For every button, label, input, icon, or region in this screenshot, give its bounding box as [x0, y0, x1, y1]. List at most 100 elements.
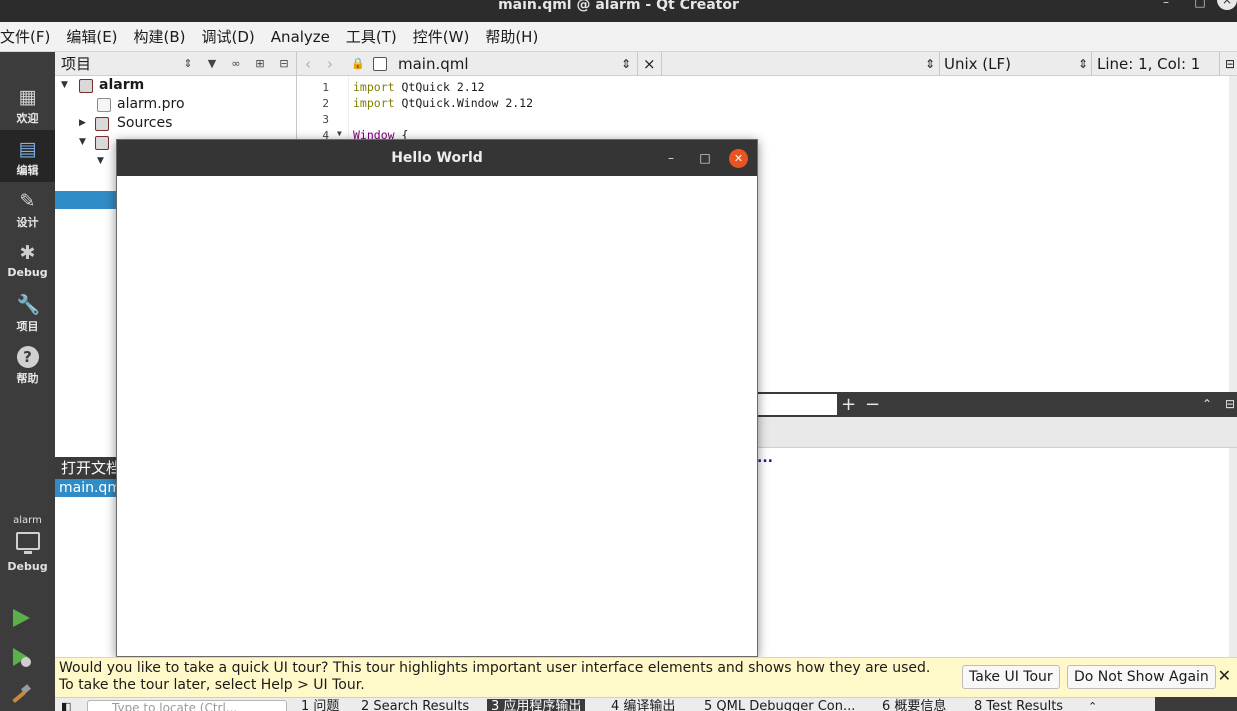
split-editor-icon[interactable]: ⊟ [1225, 52, 1235, 76]
menu-tools[interactable]: 工具(T) [338, 22, 405, 52]
menu-debug[interactable]: 调试(D) [194, 22, 263, 52]
back-icon[interactable]: ‹ [305, 52, 311, 76]
forward-icon[interactable]: › [327, 52, 333, 76]
output-tab-strip [757, 417, 1237, 448]
expand-arrow-icon[interactable]: ▼ [79, 133, 86, 152]
mode-bar: ▦ 欢迎 ▤ 编辑 ✎ 设计 ✱ Debug 🔧 项目 ? 帮助 alarm D… [0, 52, 55, 711]
resources-icon [95, 136, 109, 150]
menu-analyze[interactable]: Analyze [263, 22, 338, 52]
qml-file-icon [373, 57, 387, 71]
output-toolbar: + − ⌃ ⊟ [757, 392, 1237, 417]
close-icon[interactable]: ✕ [1218, 666, 1231, 685]
maximize-icon[interactable]: □ [695, 140, 715, 176]
tree-item-label: Sources [117, 115, 173, 131]
mode-label: 欢迎 [16, 112, 39, 125]
do-not-show-again-button[interactable]: Do Not Show Again [1067, 665, 1216, 689]
toggle-sidebar-icon[interactable]: ◧ [61, 699, 71, 711]
output-filter-box[interactable] [757, 394, 837, 415]
minimize-icon[interactable]: – [1149, 0, 1183, 10]
expand-arrow-icon[interactable]: ▼ [97, 152, 104, 171]
debug-run-icon[interactable] [10, 646, 32, 668]
fold-arrow-icon[interactable]: ▼ [337, 129, 342, 138]
mode-edit[interactable]: ▤ 编辑 [0, 130, 55, 182]
close-panel-icon[interactable]: ⊟ [272, 57, 296, 70]
add-icon[interactable]: + [841, 392, 856, 417]
output-scrollbar[interactable] [1229, 448, 1237, 657]
line-number: 2 [322, 97, 329, 110]
close-file-icon[interactable]: × [643, 52, 656, 76]
mode-welcome[interactable]: ▦ 欢迎 [0, 78, 55, 130]
help-icon: ? [16, 346, 39, 368]
mode-label: 项目 [16, 320, 39, 333]
link-icon[interactable]: ∞ [224, 57, 248, 70]
split-icon[interactable]: ⊞ [248, 57, 272, 70]
status-bar: ◧ Type to locate (Ctrl... 1 问题 2 Search … [55, 697, 1237, 711]
take-ui-tour-button[interactable]: Take UI Tour [962, 665, 1060, 689]
menu-file[interactable]: 文件(F) [0, 22, 58, 52]
kit-config-label: Debug [7, 560, 48, 573]
editor-scrollbar[interactable] [1229, 76, 1237, 392]
qt-project-icon [79, 79, 93, 93]
file-chevron-icon[interactable]: ⇕ [621, 52, 631, 76]
menu-build[interactable]: 构建(B) [126, 22, 194, 52]
bug-icon: ✱ [19, 242, 36, 264]
mode-projects[interactable]: 🔧 项目 [0, 286, 55, 338]
symbol-chevron-icon[interactable]: ⇕ [925, 52, 935, 76]
ui-tour-message: Would you like to take a quick UI tour? … [59, 660, 931, 693]
folder-icon [95, 117, 109, 131]
run-icon[interactable] [10, 607, 32, 629]
minimize-icon[interactable]: – [661, 140, 681, 176]
tree-item-label: alarm.pro [117, 96, 185, 112]
hello-world-window[interactable]: Hello World – □ ✕ [116, 139, 758, 657]
tab-general-messages[interactable]: 6 概要信息 [882, 699, 946, 711]
tab-application-output[interactable]: 3 应用程序输出 [487, 699, 586, 711]
line-ending-select[interactable]: Unix (LF) [944, 52, 1011, 76]
ui-tour-banner: Would you like to take a quick UI tour? … [55, 657, 1237, 697]
line-ending-chevron-icon[interactable]: ⇕ [1078, 52, 1088, 76]
sort-chevron-icon[interactable]: ⇕ [176, 57, 200, 70]
mode-label: 帮助 [16, 372, 39, 385]
close-pane-icon[interactable]: ⊟ [1225, 392, 1235, 417]
current-file-name[interactable]: main.qml [398, 52, 469, 76]
tab-issues[interactable]: 1 问题 [301, 699, 339, 711]
tab-search-results[interactable]: 2 Search Results [361, 699, 469, 711]
filter-icon[interactable]: ▼ [200, 57, 224, 70]
remove-icon[interactable]: − [865, 392, 880, 417]
window-title: main.qml @ alarm - Qt Creator [498, 0, 739, 13]
expand-arrow-icon[interactable]: ▼ [61, 76, 68, 95]
tab-compile-output[interactable]: 4 编译输出 [611, 699, 675, 711]
locator-input[interactable]: Type to locate (Ctrl... [87, 700, 287, 711]
tab-test-results[interactable]: 8 Test Results [974, 699, 1063, 711]
hello-world-title: Hello World [391, 150, 483, 166]
more-tabs-chevron-icon[interactable]: ⌃ [1088, 699, 1097, 711]
mode-label: 编辑 [16, 164, 39, 177]
menu-controls[interactable]: 控件(W) [405, 22, 478, 52]
menu-edit[interactable]: 编辑(E) [58, 22, 125, 52]
mode-debug[interactable]: ✱ Debug [0, 234, 55, 286]
mode-design[interactable]: ✎ 设计 [0, 182, 55, 234]
editor-toolbar: ‹ › 🔒 main.qml ⇕ × ⇕ Unix (LF) ⇕ Line: 1… [297, 52, 1237, 76]
kit-selector[interactable]: alarm Debug [0, 515, 55, 573]
mode-help[interactable]: ? 帮助 [0, 338, 55, 390]
tree-item-pro-file[interactable]: alarm.pro [55, 95, 296, 114]
maximize-pane-icon[interactable]: ⌃ [1202, 392, 1212, 417]
project-panel-header: 项目 ⇕ ▼ ∞ ⊞ ⊟ [55, 52, 296, 76]
application-output: ... [757, 448, 1229, 657]
collapse-arrow-icon[interactable]: ▶ [79, 114, 86, 133]
monitor-icon [15, 532, 40, 554]
pro-file-icon [97, 98, 111, 112]
tree-item-alarm[interactable]: ▼ alarm [55, 76, 296, 95]
menu-help[interactable]: 帮助(H) [477, 22, 546, 52]
status-progress-area [1155, 697, 1237, 711]
maximize-icon[interactable]: □ [1183, 0, 1217, 10]
close-icon[interactable]: ✕ [729, 149, 748, 168]
grid-icon: ▦ [18, 86, 37, 108]
close-icon[interactable]: × [1217, 0, 1237, 10]
edit-icon: ▤ [18, 138, 37, 160]
hello-world-titlebar[interactable]: Hello World – □ ✕ [117, 140, 757, 176]
tab-qml-debugger-console[interactable]: 5 QML Debugger Con... [704, 699, 855, 711]
build-hammer-icon[interactable] [10, 683, 32, 705]
title-bar: main.qml @ alarm - Qt Creator – □ × [0, 0, 1237, 22]
cursor-position[interactable]: Line: 1, Col: 1 [1097, 52, 1200, 76]
tree-item-sources[interactable]: ▶ Sources [55, 114, 296, 133]
